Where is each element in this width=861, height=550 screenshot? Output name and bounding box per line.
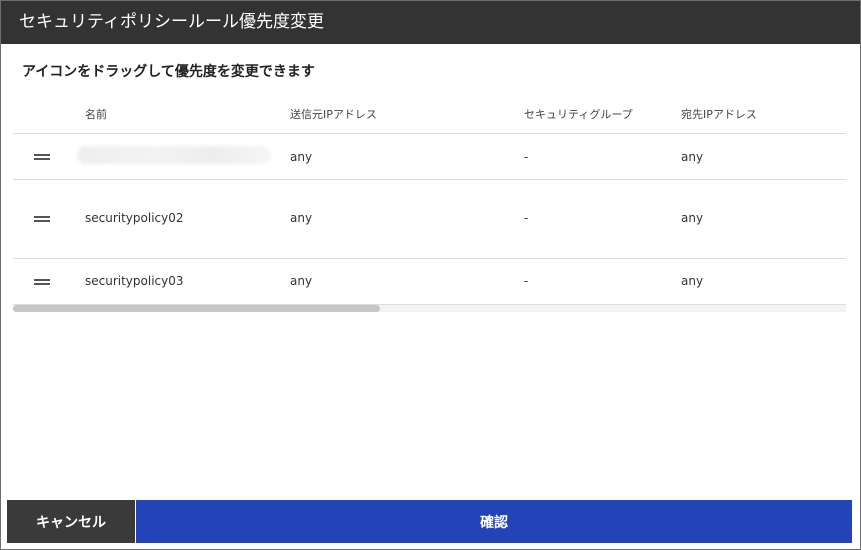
security-group-cell: - <box>524 150 529 164</box>
scrollbar-thumb[interactable] <box>13 305 380 312</box>
source-ip-cell: any <box>290 211 313 225</box>
cancel-button[interactable]: キャンセル <box>7 500 135 543</box>
column-header-name: 名前 <box>85 108 107 121</box>
security-group-cell: - <box>524 211 529 225</box>
policy-table: 名前 送信元IPアドレス セキュリティグループ 宛先IPアドレス any - a… <box>13 94 846 312</box>
dialog-title: セキュリティポリシールール優先度変更 <box>1 1 860 44</box>
dialog-footer: キャンセル 確認 <box>7 500 852 543</box>
drag-handle-icon[interactable] <box>34 279 50 285</box>
drag-handle-icon[interactable] <box>34 216 50 222</box>
table-row: securitypolicy03 any - any <box>13 259 846 305</box>
drag-handle-icon[interactable] <box>34 154 50 160</box>
dest-ip-cell: any <box>681 274 704 288</box>
table-row: securitypolicy02 any - any <box>13 180 846 259</box>
column-header-dest-ip: 宛先IPアドレス <box>681 108 757 121</box>
table-header: 名前 送信元IPアドレス セキュリティグループ 宛先IPアドレス <box>13 94 846 134</box>
policy-name-cell: securitypolicy02 <box>85 211 184 225</box>
column-header-security-group: セキュリティグループ <box>524 108 633 121</box>
security-group-cell: - <box>524 274 529 288</box>
confirm-button[interactable]: 確認 <box>136 500 852 543</box>
instruction-text: アイコンをドラッグして優先度を変更できます <box>22 64 315 80</box>
table-row: any - any <box>13 134 846 180</box>
dest-ip-cell: any <box>681 150 704 164</box>
priority-change-dialog: セキュリティポリシールール優先度変更 アイコンをドラッグして優先度を変更できます… <box>0 0 861 550</box>
redacted-name <box>77 146 271 164</box>
source-ip-cell: any <box>290 150 313 164</box>
policy-name-cell: securitypolicy03 <box>85 274 184 288</box>
column-header-source-ip: 送信元IPアドレス <box>290 108 377 121</box>
horizontal-scrollbar[interactable] <box>13 305 846 312</box>
source-ip-cell: any <box>290 274 313 288</box>
dest-ip-cell: any <box>681 211 704 225</box>
